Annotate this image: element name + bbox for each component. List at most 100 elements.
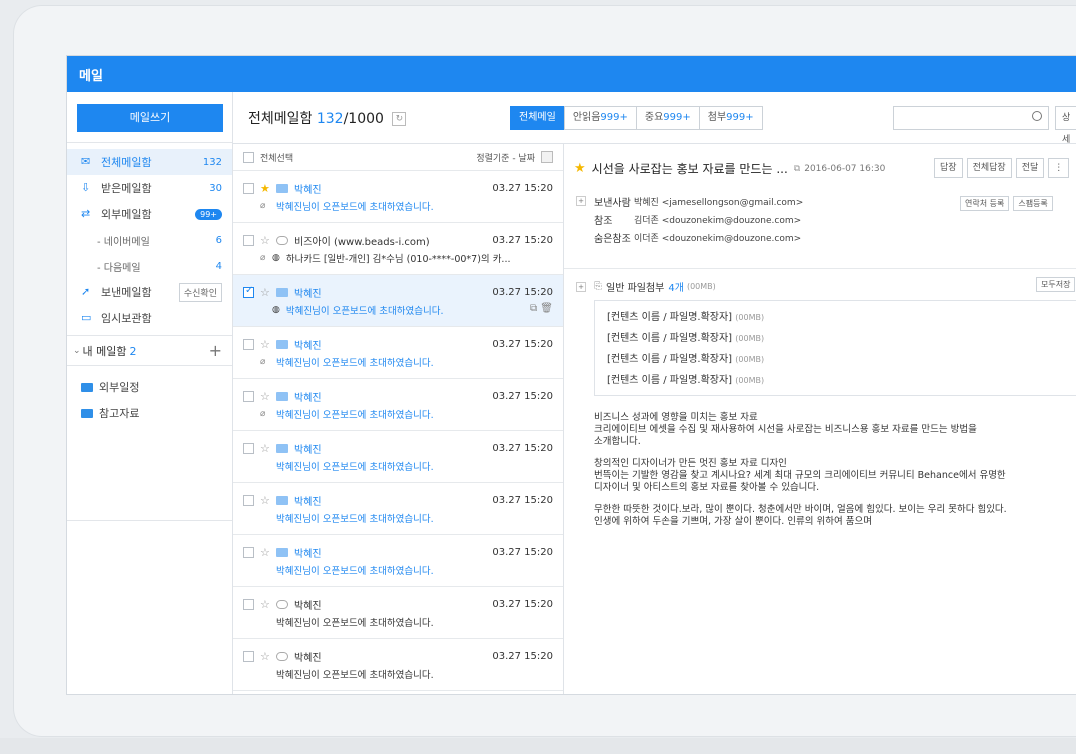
- row-checkbox[interactable]: [243, 598, 254, 610]
- sidebar-item[interactable]: ⇄ 외부메일함 99+: [67, 201, 232, 227]
- compose-button[interactable]: 메일쓰기: [77, 104, 223, 132]
- sidebar-item-label: 받은메일함: [101, 182, 152, 195]
- reading-pane: ★ 시선을 사로잡는 홍보 자료를 만드는 ... ⧉ 2016-06-07 1…: [564, 144, 1076, 694]
- row-checkbox[interactable]: [243, 442, 254, 454]
- filter-tab[interactable]: 전체메일: [510, 106, 565, 130]
- star-icon[interactable]: ☆: [260, 650, 272, 663]
- star-icon[interactable]: ☆: [260, 494, 272, 507]
- file-size: (00MB): [735, 355, 765, 364]
- row-line: ⌀ ◍ 하나카드 [일반-개인] 김*수님 (010-****-00*7)의 카..…: [243, 251, 553, 265]
- divider: [564, 268, 1076, 269]
- sidebar-item-label: 보낸메일함: [101, 286, 152, 299]
- filter-tab[interactable]: 첨부999+: [698, 106, 763, 130]
- mail-row[interactable]: ☆ 박혜진 03.27 15:20 ⌀ 박혜진님이 오픈보드에 초대하였습니다.: [233, 327, 563, 379]
- filter-tab[interactable]: 중요999+: [635, 106, 700, 130]
- trash-icon[interactable]: 🗑: [540, 303, 553, 314]
- attachment-file[interactable]: [컨텐츠 이름 / 파일명.확장자] (00MB): [607, 307, 1076, 328]
- filter-tab[interactable]: 안읽음999+: [563, 106, 637, 130]
- sidebar-item[interactable]: ▭ 임시보관함: [67, 305, 232, 331]
- search-icon[interactable]: [1032, 111, 1042, 121]
- sidebar-item[interactable]: - 네이버메일 6: [67, 227, 232, 253]
- received-time: 03.27 15:20: [492, 286, 553, 298]
- sidebar-item[interactable]: - 다음메일 4: [67, 253, 232, 279]
- received-time: 03.27 15:20: [492, 442, 553, 454]
- mail-app: 메일 메일쓰기 ✉ 전체메일함 132 ⇩ 받은메일함 30 ⇄ 외부메일함 99+ - 네이버메…: [66, 55, 1076, 695]
- filter-label: 전체메일: [519, 112, 556, 123]
- row-checkbox[interactable]: [243, 494, 254, 506]
- mail-row[interactable]: ☆ 박혜진 03.27 15:20 박혜진님이 오픈보드에 초대하였습니다.: [233, 483, 563, 535]
- mail-row[interactable]: ☆ 박혜진 03.27 15:20 박혜진님이 오픈보드에 초대하였습니다.: [233, 639, 563, 691]
- sender-name: 박혜진: [294, 184, 322, 196]
- star-icon[interactable]: ★: [260, 182, 272, 195]
- row-checkbox[interactable]: [243, 650, 254, 662]
- star-icon[interactable]: ★: [574, 161, 586, 176]
- sidebar-item[interactable]: ➚ 보낸메일함 수신확인: [67, 279, 232, 305]
- expand-toggle[interactable]: +: [576, 281, 586, 292]
- save-all-button[interactable]: 모두저장: [1036, 277, 1076, 292]
- star-icon[interactable]: ☆: [260, 598, 272, 611]
- read-receipt-button[interactable]: 수신확인: [178, 282, 222, 302]
- star-icon[interactable]: ☆: [260, 338, 272, 351]
- sidebar-item[interactable]: ✉ 전체메일함 132: [67, 149, 232, 175]
- star-icon[interactable]: ☆: [260, 442, 272, 455]
- reply-all-button[interactable]: 전체답장: [966, 158, 1012, 178]
- mail-row[interactable]: ☆ 비즈아이 (www.beads-i.com) 03.27 15:20 ⌀ ◍ 하나카드…: [233, 223, 563, 275]
- row-checkbox[interactable]: [243, 546, 254, 558]
- sidebar-item[interactable]: ⇩ 받은메일함 30: [67, 175, 232, 201]
- filter-label: 중요: [644, 112, 664, 123]
- header-cc: 참조 김더존 <douzonekim@douzone.com>: [576, 210, 803, 228]
- mail-row[interactable]: ☆ 박혜진 03.27 15:20 박혜진님이 오픈보드에 초대하였습니다.: [233, 431, 563, 483]
- sidebar-item-label: 임시보관함: [101, 312, 152, 325]
- mail-row[interactable]: ☆ 박혜진 03.27 15:20 ◍ 박혜진님이 오픈보드에 초대하였습니다. ⧉ 🗑: [233, 275, 563, 327]
- read-envelope-icon: [276, 651, 288, 661]
- attachment-file[interactable]: [컨텐츠 이름 / 파일명.확장자] (00MB): [607, 370, 1076, 391]
- row-checkbox[interactable]: [243, 182, 254, 194]
- attachment-file[interactable]: [컨텐츠 이름 / 파일명.확장자] (00MB): [607, 349, 1076, 370]
- file-name: [컨텐츠 이름 / 파일명.확장자]: [607, 354, 733, 365]
- star-icon[interactable]: ☆: [260, 286, 272, 299]
- inbox-icon: ⇩: [81, 181, 91, 194]
- forward-button[interactable]: 전달: [1015, 158, 1045, 178]
- reply-button[interactable]: 답장: [934, 158, 963, 178]
- row-checkbox[interactable]: [243, 234, 254, 246]
- folder-item-reference[interactable]: 참고자료: [67, 400, 232, 426]
- add-contact-button[interactable]: 연락처 등록: [960, 196, 1010, 211]
- my-mailbox-header[interactable]: ⌄ 내 메일함 2 +: [67, 335, 232, 365]
- mail-row[interactable]: ★ 박혜진 03.27 15:20 ⌀ 박혜진님이 오픈보드에 초대하였습니다.: [233, 171, 563, 223]
- folder-item-external-schedule[interactable]: 외부일정: [67, 374, 232, 400]
- envelope-icon: [276, 287, 288, 297]
- spam-button[interactable]: 스팸등록: [1013, 196, 1053, 211]
- sort-icon[interactable]: [541, 151, 553, 163]
- popout-icon[interactable]: ⧉: [794, 164, 800, 174]
- select-all-checkbox[interactable]: [243, 151, 254, 163]
- add-folder-button[interactable]: +: [209, 341, 222, 360]
- star-icon[interactable]: ☆: [260, 546, 272, 559]
- mail-row[interactable]: ☆ 박혜진 03.27 15:20 박혜진님이 오픈보드에 초대하였습니다.: [233, 535, 563, 587]
- mail-subject-text: 시선을 사로잡는 홍보 자료를 만드는 ...: [591, 162, 788, 176]
- envelope-icon: [276, 183, 288, 193]
- row-checkbox[interactable]: [243, 390, 254, 402]
- row-checkbox[interactable]: [243, 338, 254, 350]
- folder-label: 참고자료: [99, 407, 140, 420]
- popout-icon[interactable]: ⧉: [530, 303, 540, 314]
- file-name: [컨텐츠 이름 / 파일명.확장자]: [607, 312, 733, 323]
- row-checkbox[interactable]: [243, 285, 254, 298]
- attachment-file[interactable]: [컨텐츠 이름 / 파일명.확장자] (00MB): [607, 328, 1076, 349]
- row-line: ☆ 박혜진 03.27 15:20: [243, 597, 553, 612]
- search-input[interactable]: [893, 106, 1049, 130]
- list-toolbar: 전체메일함 132/1000 ↻ 전체메일 안읽음999+ 중요999+ 첨부999+…: [233, 92, 1076, 145]
- mail-subject: 박혜진님이 오픈보드에 초대하였습니다.: [276, 410, 434, 421]
- mail-row[interactable]: ☆ 박혜진 03.27 15:20 ⌀ 박혜진님이 오픈보드에 초대하였습니다.: [233, 379, 563, 431]
- mail-list: 전체선택 정렬기준 - 날짜 ★ 박혜진 03.27 15:20 ⌀ 박혜진님이 오픈보…: [233, 144, 564, 694]
- expand-toggle[interactable]: +: [576, 196, 586, 206]
- star-icon[interactable]: ☆: [260, 390, 272, 403]
- my-mailbox-label: 내 메일함: [82, 344, 127, 358]
- star-icon[interactable]: ☆: [260, 234, 272, 247]
- file-size: (00MB): [735, 313, 765, 322]
- mail-row[interactable]: ☆ 박혜진 03.27 15:20 박혜진님이 오픈보드에 초대하였습니다.: [233, 587, 563, 639]
- more-button[interactable]: ⋮: [1048, 158, 1070, 178]
- sort-label[interactable]: 정렬기준 - 날짜: [476, 151, 535, 164]
- mail-headers: + 보낸사람 박혜진 <jamesellongson@gmail.com> 참조…: [576, 192, 803, 246]
- refresh-icon[interactable]: ↻: [392, 112, 407, 126]
- detail-search-button[interactable]: 상세: [1055, 106, 1076, 145]
